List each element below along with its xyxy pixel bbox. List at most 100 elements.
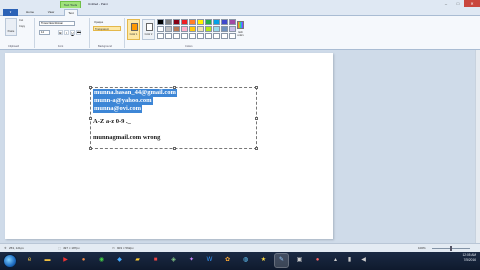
resize-handle[interactable] [89,86,92,89]
cut-button[interactable]: Cut [19,19,23,22]
taskbar: e ▬ ▶ ● ◉ ◆ ▰ ■ ◈ ✦ W ✿ ◍ ★ ✎ ▣ ● ▴ ▮ ◀ … [0,252,480,270]
palette-color-swatch[interactable] [189,19,196,25]
pdf-icon[interactable]: ■ [149,254,162,267]
palette-color-swatch[interactable] [197,33,204,39]
palette-color-swatch[interactable] [205,19,212,25]
resize-handle[interactable] [255,86,258,89]
app-icon[interactable]: ✦ [185,254,198,267]
palette-color-swatch[interactable] [181,26,188,32]
paint-taskbar-icon[interactable]: ✎ [274,253,289,268]
palette-color-swatch[interactable] [165,26,172,32]
color1-swatch [131,23,138,31]
palette-color-swatch[interactable] [205,26,212,32]
palette-color-swatch[interactable] [197,26,204,32]
paste-button[interactable]: Paste [5,18,17,36]
palette-color-swatch[interactable] [181,33,188,39]
palette-color-swatch[interactable] [197,19,204,25]
bold-button[interactable]: B [58,30,63,35]
palette-color-swatch[interactable] [205,33,212,39]
canvas-size-icon: ▭ [112,246,115,250]
palette-color-swatch[interactable] [157,33,164,39]
palette-color-swatch[interactable] [221,33,228,39]
palette-color-swatch[interactable] [165,19,172,25]
underline-button[interactable]: U [70,30,75,35]
text-box[interactable]: munna.hasan_44@gmail.com munn-a@yahoo.co… [89,86,258,150]
strikethrough-button[interactable]: abc [76,30,81,35]
font-family-select[interactable]: Times New Roman [39,21,75,26]
system-clock[interactable]: 12:05 AM 7/5/2016 [463,253,476,263]
zoom-slider-thumb[interactable] [450,246,452,251]
tab-text[interactable]: Text [64,9,78,16]
palette-color-swatch[interactable] [157,19,164,25]
folder-icon[interactable]: ▰ [131,254,144,267]
volume-icon[interactable]: ◀ [357,254,370,267]
color2-button[interactable]: Color 2 [142,19,155,40]
palette-color-swatch[interactable] [189,33,196,39]
cursor-position: 253, 121px [9,246,24,250]
clipboard-group-label: Clipboard [8,45,20,48]
edit-colors-button[interactable]: Edit colors [235,19,246,40]
italic-button[interactable]: I [64,30,69,35]
network-icon[interactable]: ▮ [343,254,356,267]
app-icon[interactable]: ◍ [239,254,252,267]
palette-color-swatch[interactable] [165,33,172,39]
palette-color-swatch[interactable] [173,33,180,39]
cursor-position-icon: ✛ [4,246,7,250]
resize-handle[interactable] [89,147,92,150]
color1-button[interactable]: Color 1 [127,19,140,40]
zoom-level: 100% [418,246,426,250]
text-line-email-3: munna@ovi.com [93,105,143,113]
chrome-icon[interactable]: ◉ [95,254,108,267]
palette-color-swatch[interactable] [213,19,220,25]
palette-color-swatch[interactable] [157,26,164,32]
resize-handle[interactable] [173,147,176,150]
ribbon: Paste Cut Copy Clipboard Times New Roman… [0,16,480,50]
tab-view[interactable]: View [44,9,58,16]
palette-color-swatch[interactable] [213,26,220,32]
tab-home[interactable]: Home [23,9,37,16]
minimize-button[interactable]: – [440,0,452,7]
window-title: Untitled - Paint [88,2,108,6]
drawing-canvas[interactable]: munna.hasan_44@gmail.com munn-a@yahoo.co… [5,53,333,239]
palette-color-swatch[interactable] [173,26,180,32]
palette-color-swatch[interactable] [181,19,188,25]
file-explorer-icon[interactable]: ▬ [41,254,54,267]
media-player-icon[interactable]: ▶ [59,254,72,267]
transparent-option[interactable]: Transparent [93,26,121,31]
palette-color-swatch[interactable] [173,19,180,25]
palette-color-swatch[interactable] [213,33,220,39]
title-bar: Text Tools Untitled - Paint – □ ✕ [0,0,480,8]
opaque-option[interactable]: Opaque [93,20,121,25]
edit-colors-icon [237,21,244,29]
color-palette [157,19,236,39]
copy-button[interactable]: Copy [19,25,25,28]
maximize-button[interactable]: □ [452,0,464,7]
tray-arrow-icon[interactable]: ▴ [329,254,342,267]
resize-handle[interactable] [255,117,258,120]
app-icon[interactable]: ● [311,254,324,267]
font-size-select[interactable]: 14 [39,30,50,35]
ribbon-separator [124,18,125,48]
tab-file[interactable]: ▾ [3,9,18,16]
palette-color-swatch[interactable] [221,26,228,32]
vertical-scrollbar[interactable] [475,50,480,243]
palette-color-swatch[interactable] [189,26,196,32]
resize-handle[interactable] [255,147,258,150]
font-group-label: Font [58,45,64,48]
internet-explorer-icon[interactable]: e [23,254,36,267]
resize-handle[interactable] [89,117,92,120]
app-icon[interactable]: ▣ [293,254,306,267]
palette-color-swatch[interactable] [221,19,228,25]
app-icon[interactable]: ◆ [113,254,126,267]
app-icon[interactable]: ◈ [167,254,180,267]
selection-size-icon: ⬚ [58,246,61,250]
status-bar: ✛ 253, 121px ⬚ 497 × 187px ▭ 903 × 562px… [0,243,480,252]
start-button[interactable] [3,254,17,268]
text-line-email-1: munna.hasan_44@gmail.com [93,89,177,97]
text-line-wrong-example: munnagmail.com wrong [93,134,161,141]
firefox-icon[interactable]: ● [77,254,90,267]
app-icon[interactable]: ✿ [221,254,234,267]
close-button[interactable]: ✕ [464,0,480,7]
app-icon[interactable]: ★ [257,254,270,267]
word-icon[interactable]: W [203,254,216,267]
